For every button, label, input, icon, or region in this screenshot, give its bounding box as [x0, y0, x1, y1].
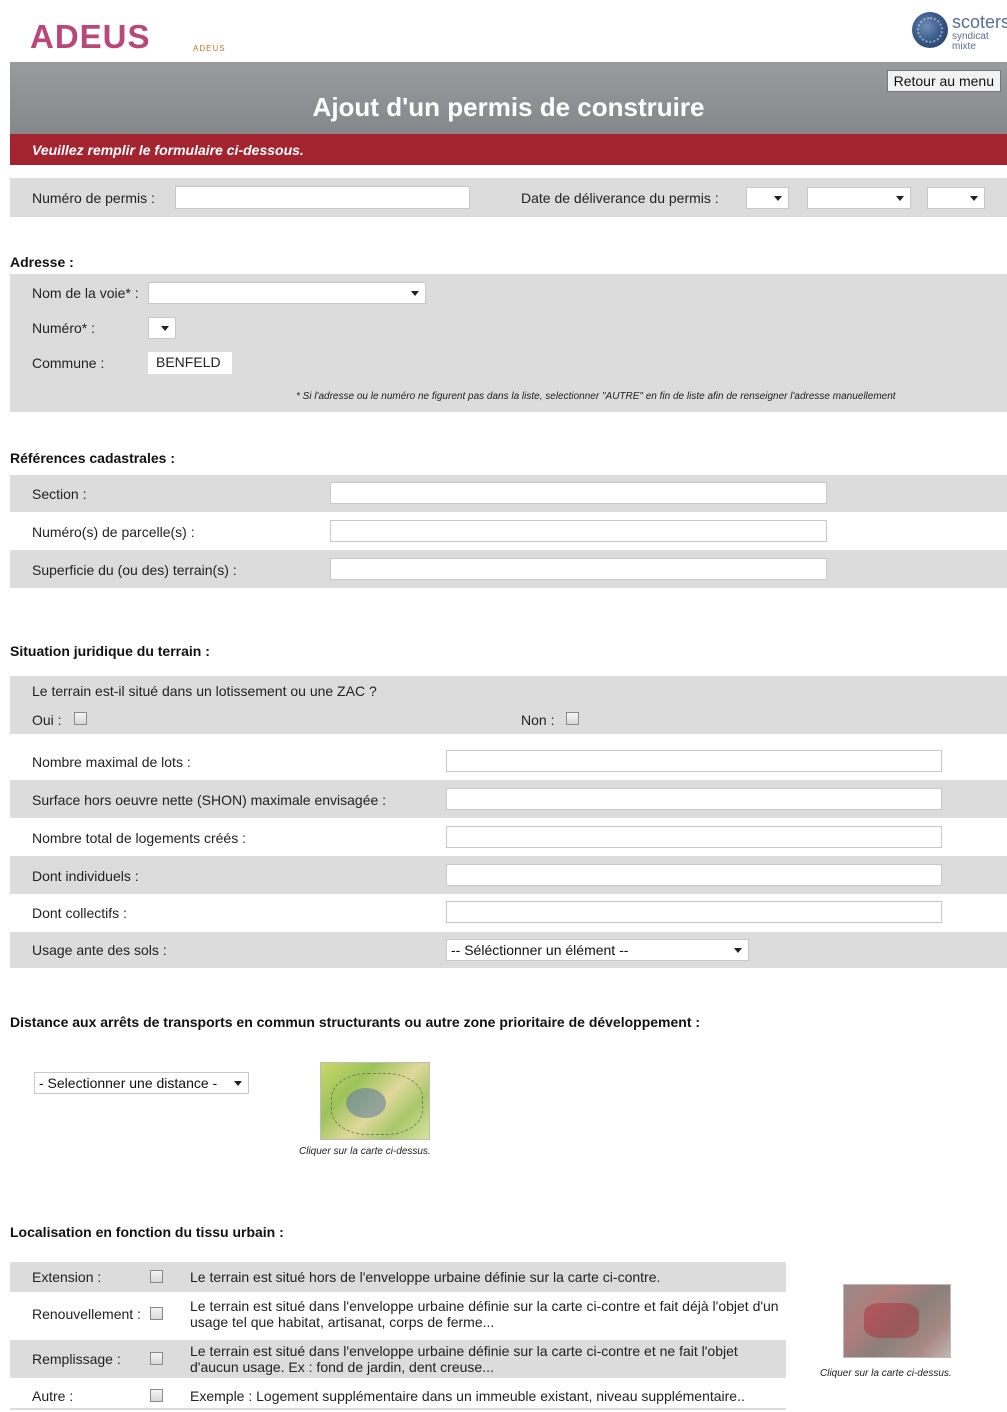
- page-title: Ajout d'un permis de construire: [312, 92, 705, 122]
- address-note: * Si l'adresse ou le numéro ne figurent …: [296, 391, 896, 402]
- collective-label: Dont collectifs :: [32, 905, 127, 921]
- chevron-down-icon: [411, 291, 419, 296]
- area-label: Superficie du (ou des) terrain(s) :: [32, 562, 237, 578]
- header-bar: Retour au menu Ajout d'un permis de cons…: [10, 62, 1007, 134]
- permit-number-label: Numéro de permis :: [32, 190, 155, 206]
- chevron-down-icon: [774, 196, 782, 201]
- permit-month-select[interactable]: [807, 187, 911, 209]
- chevron-down-icon: [734, 948, 742, 953]
- section-label: Section :: [32, 486, 87, 502]
- renewal-checkbox[interactable]: [150, 1307, 163, 1320]
- back-to-menu-button[interactable]: Retour au menu: [886, 70, 1001, 92]
- zac-no-label: Non :: [521, 712, 555, 728]
- shon-input[interactable]: [446, 788, 942, 810]
- zac-yes-label: Oui :: [32, 712, 62, 728]
- street-number-label: Numéro* :: [32, 320, 96, 336]
- scoters-logo-subtitle: syndicat mixte: [952, 31, 989, 52]
- adeus-logo: ADEUS: [30, 18, 151, 55]
- extension-label: Extension :: [32, 1269, 102, 1285]
- street-number-select[interactable]: [148, 317, 176, 339]
- chevron-down-icon: [896, 196, 904, 201]
- instruction-banner: Veuillez remplir le formulaire ci-dessou…: [10, 134, 1007, 165]
- chevron-down-icon: [970, 196, 978, 201]
- individual-input[interactable]: [446, 864, 942, 886]
- transport-map-thumbnail[interactable]: [320, 1062, 430, 1140]
- chevron-down-icon: [234, 1081, 242, 1086]
- area-input[interactable]: [330, 558, 827, 580]
- transport-section-title: Distance aux arrêts de transports en com…: [10, 1014, 701, 1030]
- total-housing-label: Nombre total de logements créés :: [32, 830, 246, 846]
- zac-yes-checkbox[interactable]: [74, 712, 87, 725]
- permit-number-input[interactable]: [175, 186, 470, 209]
- prior-use-select-value: -- Séléctionner un élément --: [451, 942, 629, 958]
- parcels-label: Numéro(s) de parcelle(s) :: [32, 524, 195, 540]
- prior-use-label: Usage ante des sols :: [32, 942, 167, 958]
- commune-value: BENFELD: [148, 352, 232, 374]
- other-description: Exemple : Logement supplémentaire dans u…: [190, 1388, 745, 1404]
- urban-map-thumbnail[interactable]: [843, 1284, 951, 1358]
- fill-label: Remplissage :: [32, 1351, 121, 1367]
- renewal-label: Renouvellement :: [32, 1306, 141, 1322]
- max-lots-label: Nombre maximal de lots :: [32, 754, 191, 770]
- table-bottom-divider: [10, 1408, 786, 1410]
- permit-date-label: Date de déliverance du permis :: [521, 190, 719, 206]
- shon-label: Surface hors oeuvre nette (SHON) maximal…: [32, 792, 387, 808]
- distance-select[interactable]: - Selectionner une distance -: [34, 1072, 249, 1094]
- parcels-input[interactable]: [330, 520, 827, 542]
- cadastral-section-title: Références cadastrales :: [10, 450, 175, 466]
- legal-section-title: Situation juridique du terrain :: [10, 643, 210, 659]
- permit-year-select[interactable]: [927, 187, 985, 209]
- street-select[interactable]: [148, 282, 426, 304]
- other-checkbox[interactable]: [150, 1389, 163, 1402]
- extension-description: Le terrain est situé hors de l'enveloppe…: [190, 1269, 661, 1285]
- zac-question: Le terrain est-il situé dans un lotissem…: [32, 683, 377, 699]
- urban-section-title: Localisation en fonction du tissu urbain…: [10, 1224, 284, 1240]
- urban-map-caption: Cliquer sur la carte ci-dessus.: [820, 1368, 952, 1379]
- fill-description: Le terrain est situé dans l'enveloppe ur…: [190, 1343, 738, 1375]
- commune-label: Commune :: [32, 355, 105, 371]
- max-lots-input[interactable]: [446, 750, 942, 772]
- transport-map-caption: Cliquer sur la carte ci-dessus.: [299, 1146, 431, 1157]
- address-section-title: Adresse :: [10, 254, 74, 270]
- total-housing-input[interactable]: [446, 826, 942, 848]
- scoters-logo-icon: [912, 12, 948, 48]
- collective-input[interactable]: [446, 901, 942, 923]
- fill-checkbox[interactable]: [150, 1352, 163, 1365]
- permit-day-select[interactable]: [746, 187, 789, 209]
- other-label: Autre :: [32, 1388, 74, 1404]
- street-label: Nom de la voie* :: [32, 285, 139, 301]
- zac-no-checkbox[interactable]: [566, 712, 579, 725]
- section-input[interactable]: [330, 482, 827, 504]
- renewal-description: Le terrain est situé dans l'enveloppe ur…: [190, 1298, 779, 1330]
- adeus-logo-tagline: ADEUS: [193, 44, 226, 53]
- prior-use-select[interactable]: -- Séléctionner un élément --: [446, 939, 749, 961]
- extension-checkbox[interactable]: [150, 1270, 163, 1283]
- individual-label: Dont individuels :: [32, 868, 139, 884]
- scoters-logo-name: scoters: [952, 12, 1007, 32]
- chevron-down-icon: [161, 326, 169, 331]
- distance-select-value: - Selectionner une distance -: [39, 1075, 218, 1091]
